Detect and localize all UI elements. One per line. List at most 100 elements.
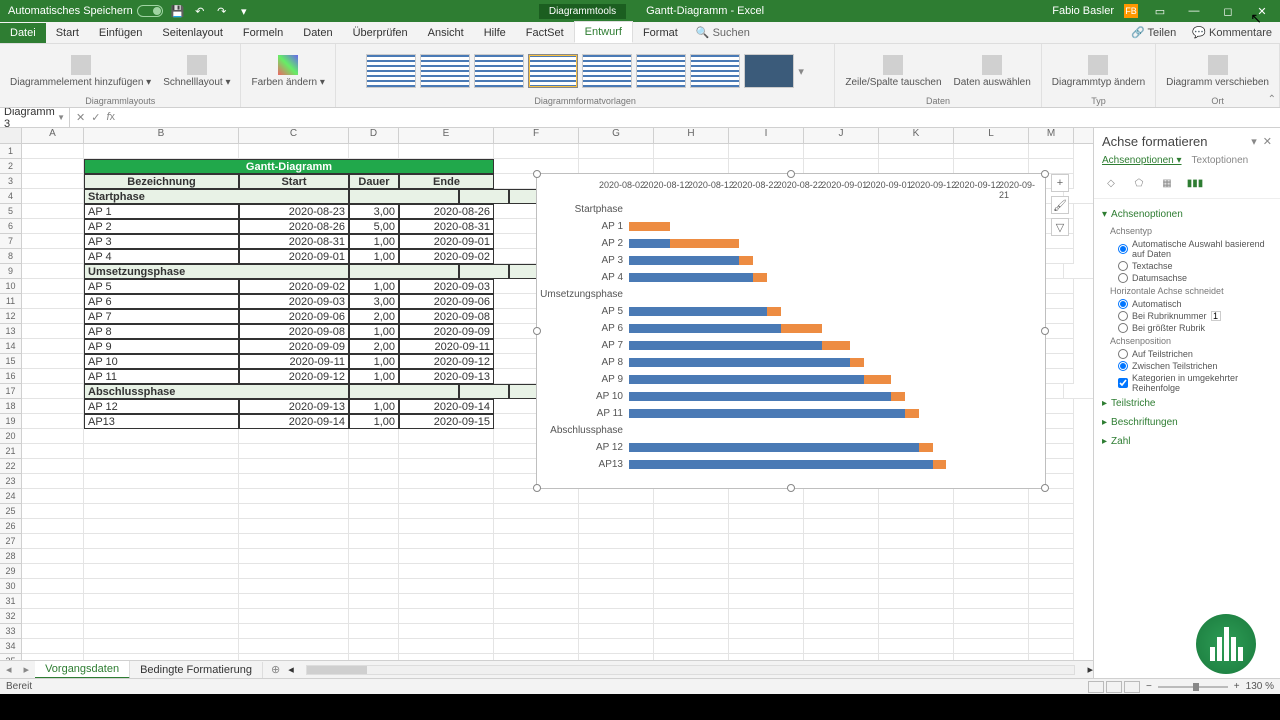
cell[interactable]: [22, 519, 84, 534]
cross-category[interactable]: Bei Rubriknummer: [1102, 310, 1272, 322]
row-header[interactable]: 28: [0, 549, 22, 564]
row-header[interactable]: 1: [0, 144, 22, 159]
tab-file[interactable]: Datei: [0, 23, 46, 43]
cell[interactable]: Bezeichnung: [84, 174, 239, 189]
cell[interactable]: 2020-09-08: [239, 324, 349, 339]
cell[interactable]: [954, 654, 1029, 660]
chart-bar[interactable]: [629, 443, 933, 452]
chart-styles-button[interactable]: 🖌: [1051, 196, 1069, 214]
cell[interactable]: [1029, 549, 1074, 564]
tab-entwurf[interactable]: Entwurf: [574, 21, 633, 43]
cell[interactable]: [579, 159, 654, 174]
cell[interactable]: [579, 144, 654, 159]
chart-bar[interactable]: [629, 409, 919, 418]
cell[interactable]: [729, 579, 804, 594]
chart-bar[interactable]: [629, 375, 891, 384]
cell[interactable]: [879, 579, 954, 594]
cell[interactable]: [954, 564, 1029, 579]
cell[interactable]: [349, 444, 399, 459]
cell[interactable]: [459, 384, 509, 399]
col-header-E[interactable]: E: [399, 128, 494, 143]
section-beschriftungen[interactable]: ▸ Beschriftungen: [1102, 413, 1272, 432]
cell[interactable]: 2020-09-09: [239, 339, 349, 354]
cell[interactable]: 2,00: [349, 309, 399, 324]
col-header-D[interactable]: D: [349, 128, 399, 143]
row-header[interactable]: 17: [0, 384, 22, 399]
col-header-L[interactable]: L: [954, 128, 1029, 143]
add-chart-element-button[interactable]: Diagrammelement hinzufügen ▾: [6, 53, 155, 90]
cell[interactable]: [1064, 264, 1093, 279]
enter-formula-icon[interactable]: ✓: [91, 111, 100, 124]
cell[interactable]: AP 11: [84, 369, 239, 384]
cell[interactable]: [349, 504, 399, 519]
cell[interactable]: [579, 564, 654, 579]
section-teilstriche[interactable]: ▸ Teilstriche: [1102, 394, 1272, 413]
cell[interactable]: [1029, 534, 1074, 549]
cell[interactable]: 2020-09-08: [399, 309, 494, 324]
cell[interactable]: [22, 579, 84, 594]
cell[interactable]: [954, 579, 1029, 594]
cell[interactable]: [84, 549, 239, 564]
cell[interactable]: [579, 534, 654, 549]
cell[interactable]: [1064, 384, 1093, 399]
cell[interactable]: [399, 594, 494, 609]
cell[interactable]: [954, 594, 1029, 609]
cell[interactable]: [879, 144, 954, 159]
row-header[interactable]: 26: [0, 519, 22, 534]
row-header[interactable]: 13: [0, 324, 22, 339]
cell[interactable]: [579, 639, 654, 654]
cell[interactable]: [729, 654, 804, 660]
cell[interactable]: [879, 609, 954, 624]
cell[interactable]: [22, 354, 84, 369]
select-all-corner[interactable]: [0, 128, 22, 143]
cell[interactable]: [579, 489, 654, 504]
row-header[interactable]: 25: [0, 504, 22, 519]
cell[interactable]: [84, 564, 239, 579]
cell[interactable]: [954, 159, 1029, 174]
sheet-nav-next-icon[interactable]: ▸: [18, 663, 36, 676]
cell[interactable]: [22, 234, 84, 249]
chart-bar[interactable]: [629, 307, 781, 316]
row-header[interactable]: 7: [0, 234, 22, 249]
sheet-tab-bedingte[interactable]: Bedingte Formatierung: [130, 662, 263, 678]
cell[interactable]: [804, 594, 879, 609]
row-header[interactable]: 29: [0, 564, 22, 579]
tab-start[interactable]: Start: [46, 23, 89, 43]
cell[interactable]: [399, 624, 494, 639]
chart-bar[interactable]: [629, 222, 670, 231]
cell[interactable]: [239, 459, 349, 474]
cell[interactable]: [729, 639, 804, 654]
cell[interactable]: [84, 459, 239, 474]
cell[interactable]: [349, 624, 399, 639]
cell[interactable]: [399, 534, 494, 549]
chart-bar[interactable]: [629, 392, 905, 401]
cell[interactable]: [84, 579, 239, 594]
cell[interactable]: [494, 144, 579, 159]
cell[interactable]: [239, 144, 349, 159]
tab-formeln[interactable]: Formeln: [233, 23, 293, 43]
fx-icon[interactable]: fx: [106, 111, 115, 124]
cancel-formula-icon[interactable]: ✕: [76, 111, 85, 124]
cell[interactable]: [954, 504, 1029, 519]
cell[interactable]: [729, 624, 804, 639]
cell[interactable]: [399, 504, 494, 519]
cell[interactable]: [22, 369, 84, 384]
cell[interactable]: [239, 489, 349, 504]
cell[interactable]: [84, 624, 239, 639]
user-badge[interactable]: FB: [1124, 4, 1138, 18]
chart-bar[interactable]: [629, 358, 864, 367]
redo-icon[interactable]: ↷: [215, 4, 229, 18]
cell[interactable]: [239, 444, 349, 459]
tab-ansicht[interactable]: Ansicht: [418, 23, 474, 43]
cell[interactable]: 2020-08-23: [239, 204, 349, 219]
cell[interactable]: [804, 579, 879, 594]
cell[interactable]: 1,00: [349, 279, 399, 294]
opt-datumsachse[interactable]: Datumsachse: [1102, 272, 1272, 284]
cell[interactable]: [22, 324, 84, 339]
row-header[interactable]: 30: [0, 579, 22, 594]
col-header-B[interactable]: B: [84, 128, 239, 143]
cell[interactable]: 2020-09-01: [239, 249, 349, 264]
cell[interactable]: [654, 579, 729, 594]
cell[interactable]: [494, 609, 579, 624]
cell[interactable]: 3,00: [349, 204, 399, 219]
